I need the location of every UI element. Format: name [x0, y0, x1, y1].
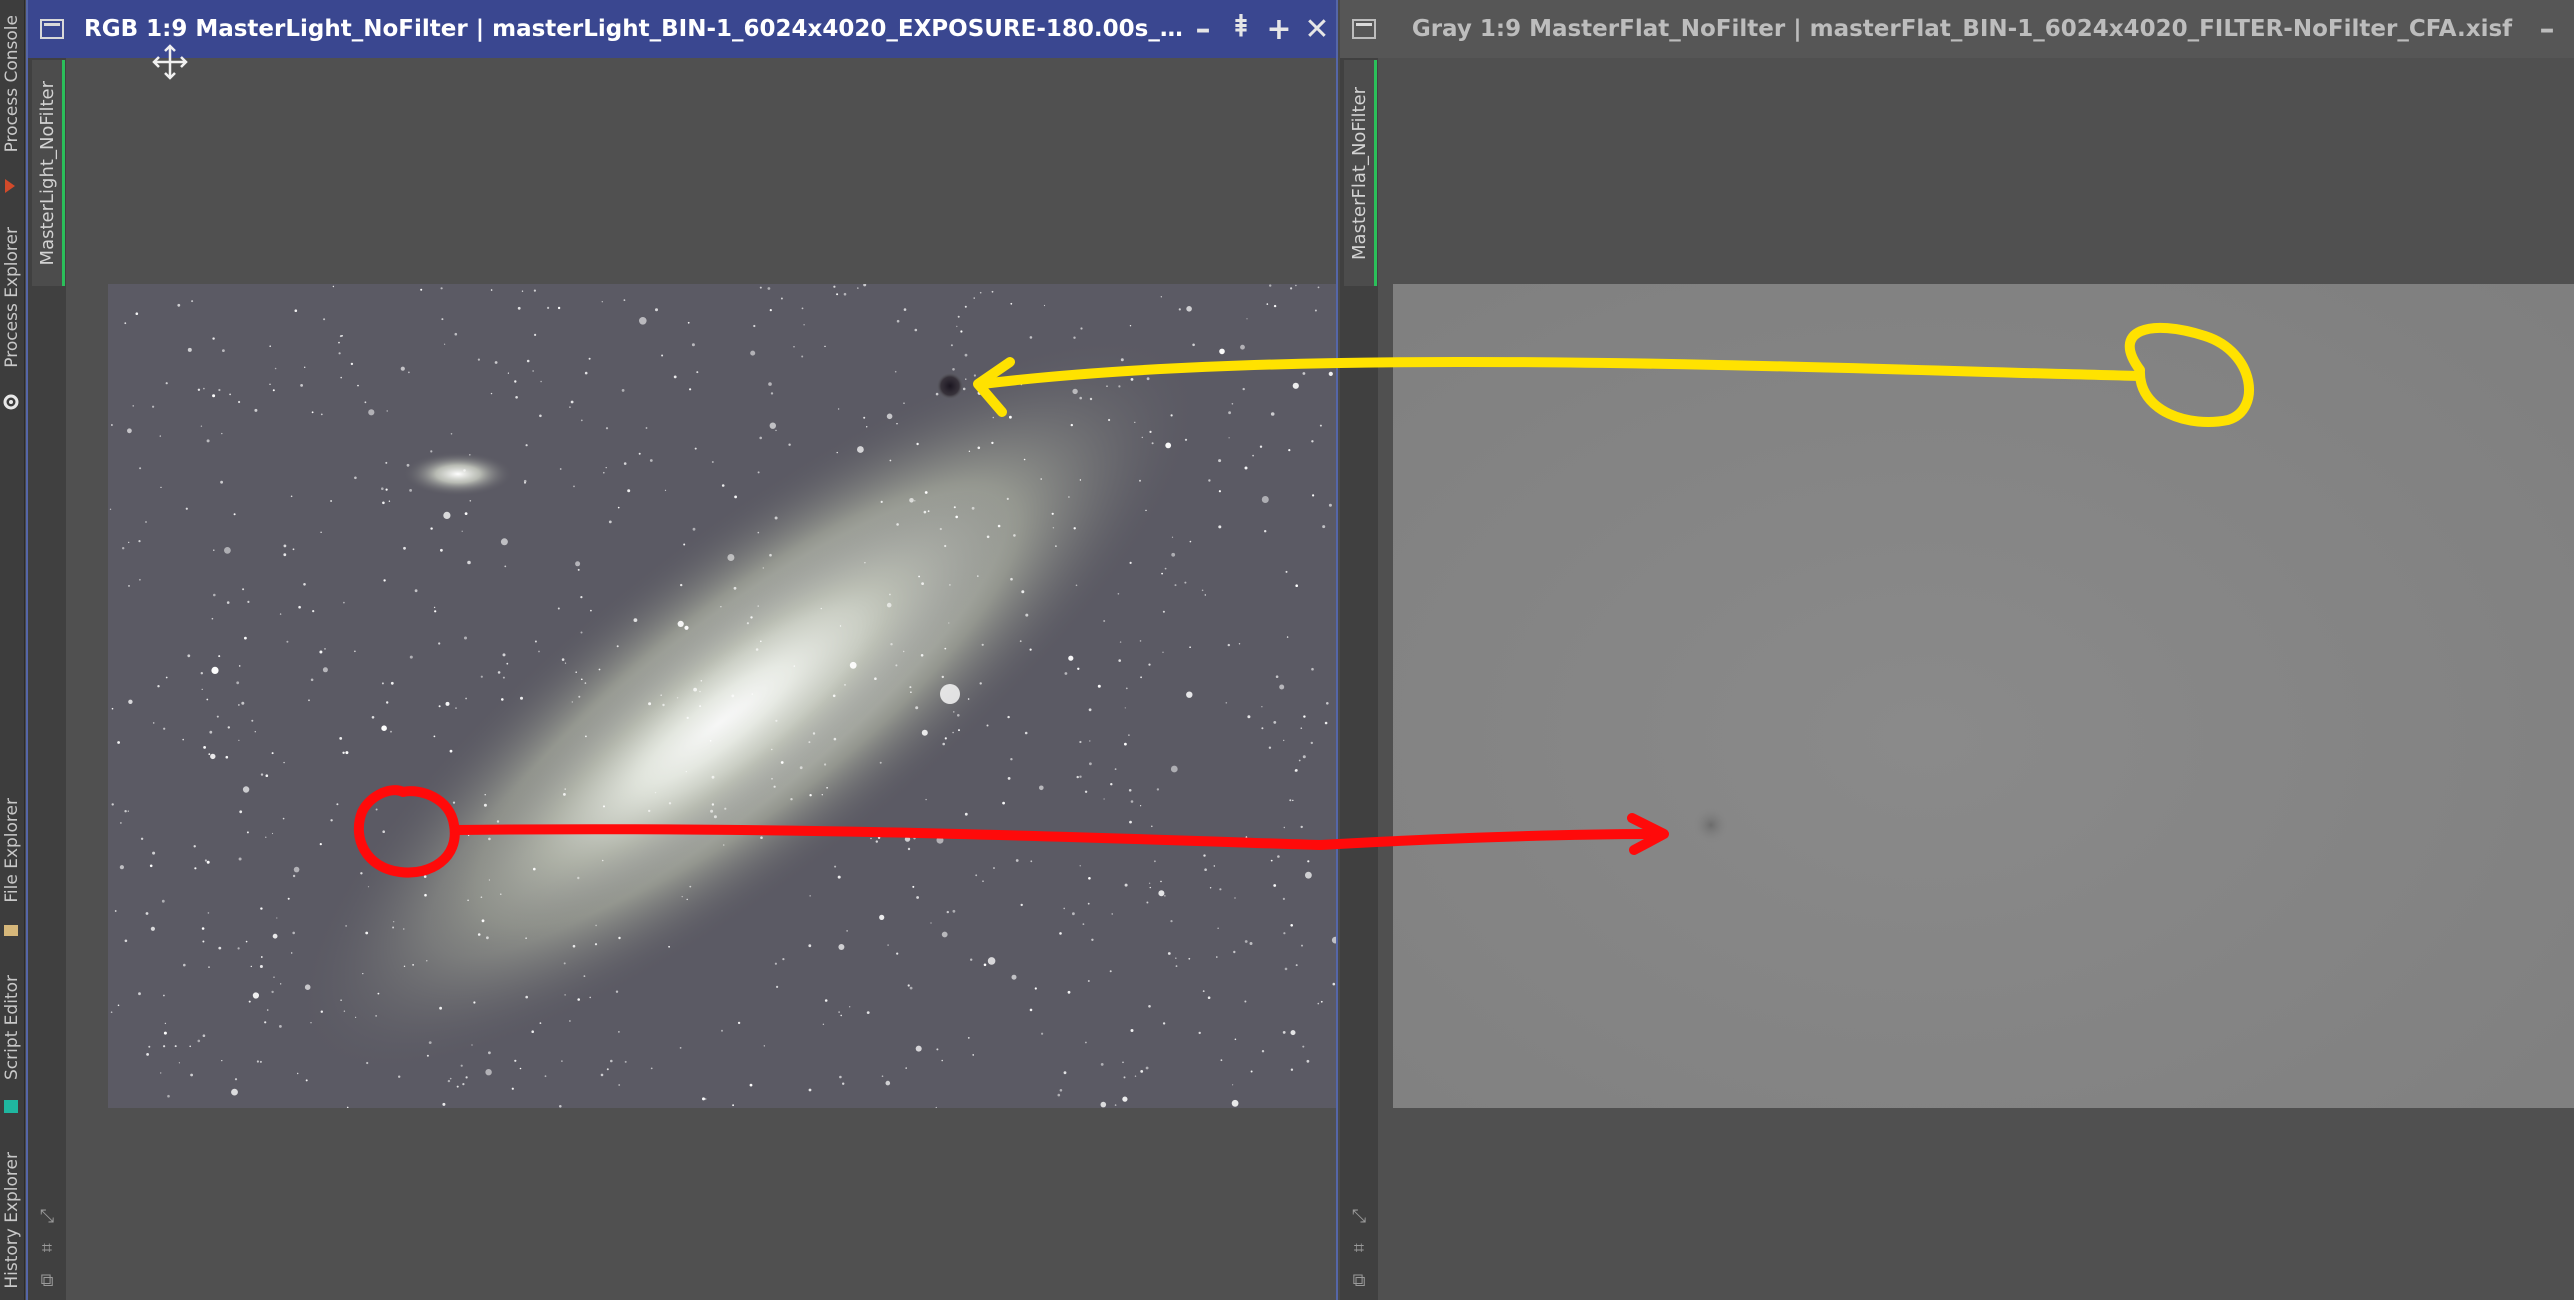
close-button[interactable]: ✕ — [1298, 9, 1336, 49]
maximize-button[interactable]: + — [1260, 9, 1298, 49]
clone-view-icon[interactable]: ⧉ — [1350, 1272, 1368, 1290]
view-identifier-label: MasterFlat_NoFilter — [1348, 86, 1370, 260]
view-tab-strip: MasterFlat_NoFilter ⤡ ⌗ ⧉ — [1340, 58, 1378, 1300]
view-identifier-label: MasterLight_NoFilter — [36, 80, 58, 266]
minimize-button[interactable]: – — [2528, 9, 2566, 49]
zoom-to-fit-icon[interactable]: ⌗ — [38, 1240, 56, 1258]
script-icon — [4, 1100, 18, 1113]
gear-icon — [3, 394, 19, 410]
window-titlebar[interactable]: Gray 1:9 MasterFlat_NoFilter | masterFla… — [1340, 0, 2574, 58]
view-tab-strip: MasterLight_NoFilter ⤡ ⌗ ⧉ — [28, 58, 66, 1300]
masterflat-image-window[interactable]: Gray 1:9 MasterFlat_NoFilter | masterFla… — [1340, 0, 2574, 1300]
dock-tab-label: Process Console — [2, 15, 22, 153]
window-menu-icon[interactable] — [40, 19, 64, 39]
dock-tab-label: History Explorer — [2, 1151, 22, 1289]
move-cursor-icon — [152, 44, 188, 80]
master-flat-image[interactable] — [1393, 284, 2574, 1108]
dock-tab-script-editor[interactable]: Script Editor — [0, 968, 24, 1088]
process-icon — [5, 179, 15, 193]
view-identifier-tab[interactable]: MasterFlat_NoFilter — [1344, 60, 1377, 286]
dock-tab-label: Script Editor — [2, 975, 22, 1081]
window-title: Gray 1:9 MasterFlat_NoFilter | masterFla… — [1411, 16, 2513, 42]
view-identifier-tab[interactable]: MasterLight_NoFilter — [32, 60, 65, 286]
dock-tab-label: File Explorer — [2, 797, 22, 903]
folder-icon — [4, 925, 18, 936]
zoom-to-fit-icon[interactable]: ⌗ — [1350, 1240, 1368, 1258]
dock-tab-label: Process Explorer — [2, 226, 22, 368]
window-menu-icon[interactable] — [1352, 19, 1376, 39]
window-title: RGB 1:9 MasterLight_NoFilter | masterLig… — [84, 16, 1184, 42]
fit-view-icon[interactable]: ⤡ — [1350, 1208, 1368, 1226]
left-dock-strip: Process Console Process Explorer File Ex… — [0, 0, 25, 1300]
masterlight-image-window[interactable]: RGB 1:9 MasterLight_NoFilter | masterLig… — [26, 0, 1338, 1300]
andromeda-galaxy-image[interactable] — [108, 284, 1338, 1108]
dock-tab-process-explorer[interactable]: Process Explorer — [0, 212, 24, 382]
minimize-button[interactable]: – — [1184, 9, 1222, 49]
shade-button[interactable]: ⯒ — [1222, 9, 1260, 49]
dock-tab-history-explorer[interactable]: History Explorer — [0, 1140, 24, 1300]
clone-view-icon[interactable]: ⧉ — [38, 1272, 56, 1290]
dust-mote — [1693, 807, 1729, 843]
fit-view-icon[interactable]: ⤡ — [38, 1208, 56, 1226]
window-titlebar[interactable]: RGB 1:9 MasterLight_NoFilter | masterLig… — [28, 0, 1336, 58]
dock-tab-process-console[interactable]: Process Console — [0, 0, 24, 168]
dock-tab-file-explorer[interactable]: File Explorer — [0, 790, 24, 910]
